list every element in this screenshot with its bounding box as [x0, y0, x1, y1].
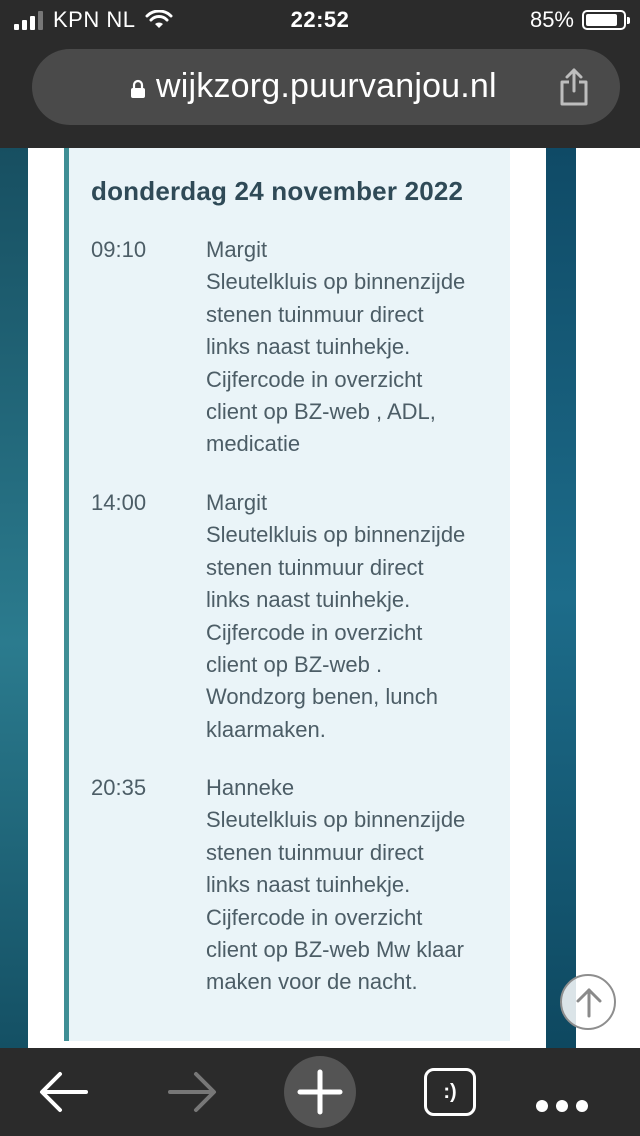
status-right: 85% — [529, 7, 630, 33]
entry-caregiver: Hanneke — [206, 775, 295, 800]
lock-icon — [131, 79, 145, 98]
entry-line: klaarmaken. — [206, 716, 326, 742]
entry-line: Sleutelkluis op binnenzijde — [206, 807, 466, 833]
entry-line: Cijfercode in overzicht — [206, 366, 423, 392]
entry-details: Margit Sleutelkluis op binnenzijde stene… — [206, 487, 506, 746]
entry-time: 14:00 — [91, 490, 147, 515]
entry-line: Cijfercode in overzicht — [206, 904, 423, 930]
schedule-card: donderdag 24 november 2022 09:10 Margit … — [64, 148, 510, 1041]
entry-details: Margit Sleutelkluis op binnenzijde stene… — [206, 234, 506, 461]
entry-line: medicatie — [206, 431, 301, 457]
new-tab-button[interactable] — [284, 1056, 356, 1128]
battery-percentage: 85% — [529, 7, 574, 32]
browser-toolbar: :) — [0, 1048, 640, 1136]
background-decoration-left — [0, 148, 28, 1048]
arrow-up-circle-icon — [576, 988, 602, 1018]
arrow-left-icon[interactable] — [34, 1062, 94, 1122]
share-icon[interactable] — [558, 67, 590, 107]
entry-line: links naast tuinhekje. — [206, 587, 411, 613]
entry-line: client op BZ-web , ADL, — [206, 399, 436, 425]
entry-line: stenen tuinmuur direct — [206, 554, 424, 580]
entry-line: maken voor de nacht. — [206, 969, 418, 995]
url-text: wijkzorg.puurvanjou.nl — [156, 67, 497, 105]
entry-line: client op BZ-web . — [206, 652, 383, 678]
entry-line: stenen tuinmuur direct — [206, 839, 424, 865]
entry-time: 20:35 — [91, 775, 147, 800]
address-bar[interactable]: wijkzorg.puurvanjou.nl — [32, 49, 620, 125]
entry-details: Hanneke Sleutelkluis op binnenzijde sten… — [206, 772, 506, 999]
web-page: donderdag 24 november 2022 09:10 Margit … — [0, 148, 640, 1048]
entry-line: links naast tuinhekje. — [206, 334, 411, 360]
entry-line: Wondzorg benen, lunch — [206, 684, 438, 710]
battery-icon — [582, 10, 630, 30]
browser-address-area: wijkzorg.puurvanjou.nl — [0, 40, 640, 148]
day-title: donderdag 24 november 2022 — [91, 176, 464, 206]
entry-line: Sleutelkluis op binnenzijde — [206, 269, 466, 295]
entry-line: client op BZ-web Mw klaar — [206, 937, 464, 963]
page-margin-right — [576, 148, 640, 1048]
entry-caregiver: Margit — [206, 237, 268, 262]
more-dots-icon[interactable] — [530, 1062, 594, 1122]
entry-time: 09:10 — [91, 237, 147, 262]
entry-caregiver: Margit — [206, 490, 268, 515]
entry-line: stenen tuinmuur direct — [206, 301, 424, 327]
battery-fill — [586, 14, 617, 26]
arrow-right-icon[interactable] — [162, 1062, 222, 1122]
scroll-to-top-button[interactable] — [560, 974, 616, 1030]
status-bar: KPN NL 22:52 85% — [0, 0, 640, 40]
tabs-icon[interactable]: :) — [424, 1068, 476, 1116]
plus-icon — [297, 1069, 343, 1115]
entry-line: Cijfercode in overzicht — [206, 619, 423, 645]
entry-line: links naast tuinhekje. — [206, 872, 411, 898]
background-decoration-right — [546, 148, 576, 1048]
entry-line: Sleutelkluis op binnenzijde — [206, 522, 466, 548]
